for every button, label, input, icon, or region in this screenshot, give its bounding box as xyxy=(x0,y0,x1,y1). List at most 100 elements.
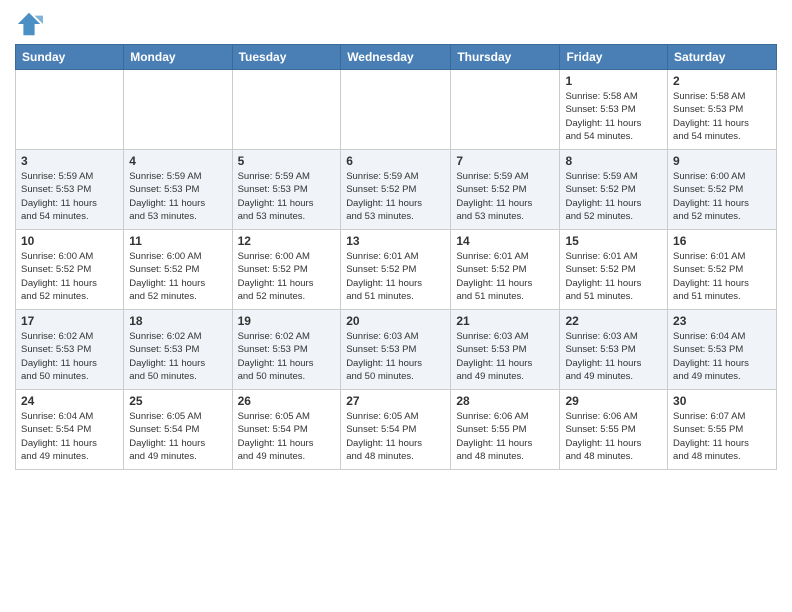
calendar-cell: 9Sunrise: 6:00 AM Sunset: 5:52 PM Daylig… xyxy=(668,150,777,230)
calendar-cell: 30 Sunrise: 6:07 AM Sunset: 5:55 PM Dayli… xyxy=(668,390,777,470)
day-number: 28 xyxy=(456,394,554,408)
calendar-cell: 29 Sunrise: 6:06 AM Sunset: 5:55 PM Dayli… xyxy=(560,390,668,470)
calendar-cell: 21 Sunrise: 6:03 AM Sunset: 5:53 PM Dayli… xyxy=(451,310,560,390)
calendar-cell: 7 Sunrise: 5:59 AM Sunset: 5:52 PM Daylig… xyxy=(451,150,560,230)
day-info: Sunrise: 5:59 AM Sunset: 5:53 PM Dayligh… xyxy=(129,170,226,223)
calendar-cell: 14 Sunrise: 6:01 AM Sunset: 5:52 PM Dayli… xyxy=(451,230,560,310)
calendar-cell: 10 Sunrise: 6:00 AM Sunset: 5:52 PM Dayli… xyxy=(16,230,124,310)
day-info: Sunrise: 5:59 AM Sunset: 5:52 PM Dayligh… xyxy=(346,170,445,223)
calendar-cell: 11Sunrise: 6:00 AM Sunset: 5:52 PM Dayli… xyxy=(124,230,232,310)
weekday-header-wednesday: Wednesday xyxy=(341,45,451,70)
day-number: 16 xyxy=(673,234,771,248)
calendar-cell: 24 Sunrise: 6:04 AM Sunset: 5:54 PM Dayli… xyxy=(16,390,124,470)
day-info: Sunrise: 6:04 AM Sunset: 5:54 PM Dayligh… xyxy=(21,410,118,463)
day-number: 22 xyxy=(565,314,662,328)
day-info: Sunrise: 6:05 AM Sunset: 5:54 PM Dayligh… xyxy=(129,410,226,463)
day-info: Sunrise: 6:03 AM Sunset: 5:53 PM Dayligh… xyxy=(456,330,554,383)
week-row-1: 1 Sunrise: 5:58 AM Sunset: 5:53 PM Daylig… xyxy=(16,70,777,150)
day-info: Sunrise: 6:01 AM Sunset: 5:52 PM Dayligh… xyxy=(673,250,771,303)
calendar-cell xyxy=(232,70,341,150)
weekday-header-friday: Friday xyxy=(560,45,668,70)
weekday-header-sunday: Sunday xyxy=(16,45,124,70)
calendar-cell: 28 Sunrise: 6:06 AM Sunset: 5:55 PM Dayli… xyxy=(451,390,560,470)
day-number: 18 xyxy=(129,314,226,328)
day-number: 14 xyxy=(456,234,554,248)
day-info: Sunrise: 5:59 AM Sunset: 5:52 PM Dayligh… xyxy=(565,170,662,223)
day-number: 19 xyxy=(238,314,336,328)
day-info: Sunrise: 6:04 AM Sunset: 5:53 PM Dayligh… xyxy=(673,330,771,383)
day-info: Sunrise: 5:59 AM Sunset: 5:53 PM Dayligh… xyxy=(238,170,336,223)
day-number: 15 xyxy=(565,234,662,248)
day-number: 1 xyxy=(565,74,662,88)
logo xyxy=(15,10,47,38)
week-row-3: 10 Sunrise: 6:00 AM Sunset: 5:52 PM Dayli… xyxy=(16,230,777,310)
day-info: Sunrise: 6:06 AM Sunset: 5:55 PM Dayligh… xyxy=(565,410,662,463)
logo-icon xyxy=(15,10,43,38)
calendar-cell: 8 Sunrise: 5:59 AM Sunset: 5:52 PM Daylig… xyxy=(560,150,668,230)
weekday-header-monday: Monday xyxy=(124,45,232,70)
calendar-cell: 20Sunrise: 6:03 AM Sunset: 5:53 PM Dayli… xyxy=(341,310,451,390)
day-number: 8 xyxy=(565,154,662,168)
calendar-cell: 27 Sunrise: 6:05 AM Sunset: 5:54 PM Dayli… xyxy=(341,390,451,470)
day-info: Sunrise: 5:58 AM Sunset: 5:53 PM Dayligh… xyxy=(565,90,662,143)
day-info: Sunrise: 6:00 AM Sunset: 5:52 PM Dayligh… xyxy=(21,250,118,303)
day-number: 30 xyxy=(673,394,771,408)
day-info: Sunrise: 5:59 AM Sunset: 5:52 PM Dayligh… xyxy=(456,170,554,223)
day-number: 17 xyxy=(21,314,118,328)
day-info: Sunrise: 6:07 AM Sunset: 5:55 PM Dayligh… xyxy=(673,410,771,463)
day-number: 10 xyxy=(21,234,118,248)
day-number: 9 xyxy=(673,154,771,168)
calendar-cell xyxy=(341,70,451,150)
day-info: Sunrise: 6:02 AM Sunset: 5:53 PM Dayligh… xyxy=(129,330,226,383)
day-number: 13 xyxy=(346,234,445,248)
day-number: 29 xyxy=(565,394,662,408)
day-number: 24 xyxy=(21,394,118,408)
day-number: 6 xyxy=(346,154,445,168)
calendar-cell xyxy=(16,70,124,150)
week-row-2: 3 Sunrise: 5:59 AM Sunset: 5:53 PM Daylig… xyxy=(16,150,777,230)
day-info: Sunrise: 6:00 AM Sunset: 5:52 PM Dayligh… xyxy=(238,250,336,303)
calendar-cell: 26 Sunrise: 6:05 AM Sunset: 5:54 PM Dayli… xyxy=(232,390,341,470)
calendar-cell xyxy=(124,70,232,150)
calendar-cell: 23Sunrise: 6:04 AM Sunset: 5:53 PM Dayli… xyxy=(668,310,777,390)
week-row-5: 24 Sunrise: 6:04 AM Sunset: 5:54 PM Dayli… xyxy=(16,390,777,470)
week-row-4: 17 Sunrise: 6:02 AM Sunset: 5:53 PM Dayli… xyxy=(16,310,777,390)
day-number: 25 xyxy=(129,394,226,408)
calendar-cell: 6 Sunrise: 5:59 AM Sunset: 5:52 PM Daylig… xyxy=(341,150,451,230)
day-info: Sunrise: 6:01 AM Sunset: 5:52 PM Dayligh… xyxy=(456,250,554,303)
calendar-cell: 15Sunrise: 6:01 AM Sunset: 5:52 PM Dayli… xyxy=(560,230,668,310)
day-number: 7 xyxy=(456,154,554,168)
day-number: 20 xyxy=(346,314,445,328)
day-info: Sunrise: 6:03 AM Sunset: 5:53 PM Dayligh… xyxy=(565,330,662,383)
day-number: 27 xyxy=(346,394,445,408)
day-info: Sunrise: 6:05 AM Sunset: 5:54 PM Dayligh… xyxy=(346,410,445,463)
calendar-cell: 12Sunrise: 6:00 AM Sunset: 5:52 PM Dayli… xyxy=(232,230,341,310)
header xyxy=(15,10,777,38)
calendar-cell: 5 Sunrise: 5:59 AM Sunset: 5:53 PM Daylig… xyxy=(232,150,341,230)
day-info: Sunrise: 6:05 AM Sunset: 5:54 PM Dayligh… xyxy=(238,410,336,463)
day-info: Sunrise: 5:58 AM Sunset: 5:53 PM Dayligh… xyxy=(673,90,771,143)
weekday-header-tuesday: Tuesday xyxy=(232,45,341,70)
calendar-cell: 17 Sunrise: 6:02 AM Sunset: 5:53 PM Dayli… xyxy=(16,310,124,390)
page: SundayMondayTuesdayWednesdayThursdayFrid… xyxy=(0,0,792,480)
day-number: 3 xyxy=(21,154,118,168)
day-info: Sunrise: 6:06 AM Sunset: 5:55 PM Dayligh… xyxy=(456,410,554,463)
day-number: 5 xyxy=(238,154,336,168)
calendar-cell: 2 Sunrise: 5:58 AM Sunset: 5:53 PM Daylig… xyxy=(668,70,777,150)
calendar: SundayMondayTuesdayWednesdayThursdayFrid… xyxy=(15,44,777,470)
day-info: Sunrise: 5:59 AM Sunset: 5:53 PM Dayligh… xyxy=(21,170,118,223)
day-number: 21 xyxy=(456,314,554,328)
calendar-cell: 3 Sunrise: 5:59 AM Sunset: 5:53 PM Daylig… xyxy=(16,150,124,230)
calendar-cell: 18 Sunrise: 6:02 AM Sunset: 5:53 PM Dayli… xyxy=(124,310,232,390)
day-info: Sunrise: 6:00 AM Sunset: 5:52 PM Dayligh… xyxy=(129,250,226,303)
calendar-cell: 22 Sunrise: 6:03 AM Sunset: 5:53 PM Dayli… xyxy=(560,310,668,390)
day-number: 26 xyxy=(238,394,336,408)
weekday-header-thursday: Thursday xyxy=(451,45,560,70)
calendar-cell: 1 Sunrise: 5:58 AM Sunset: 5:53 PM Daylig… xyxy=(560,70,668,150)
day-number: 4 xyxy=(129,154,226,168)
calendar-cell: 19 Sunrise: 6:02 AM Sunset: 5:53 PM Dayli… xyxy=(232,310,341,390)
day-number: 2 xyxy=(673,74,771,88)
day-info: Sunrise: 6:02 AM Sunset: 5:53 PM Dayligh… xyxy=(21,330,118,383)
calendar-cell: 25 Sunrise: 6:05 AM Sunset: 5:54 PM Dayli… xyxy=(124,390,232,470)
day-info: Sunrise: 6:02 AM Sunset: 5:53 PM Dayligh… xyxy=(238,330,336,383)
